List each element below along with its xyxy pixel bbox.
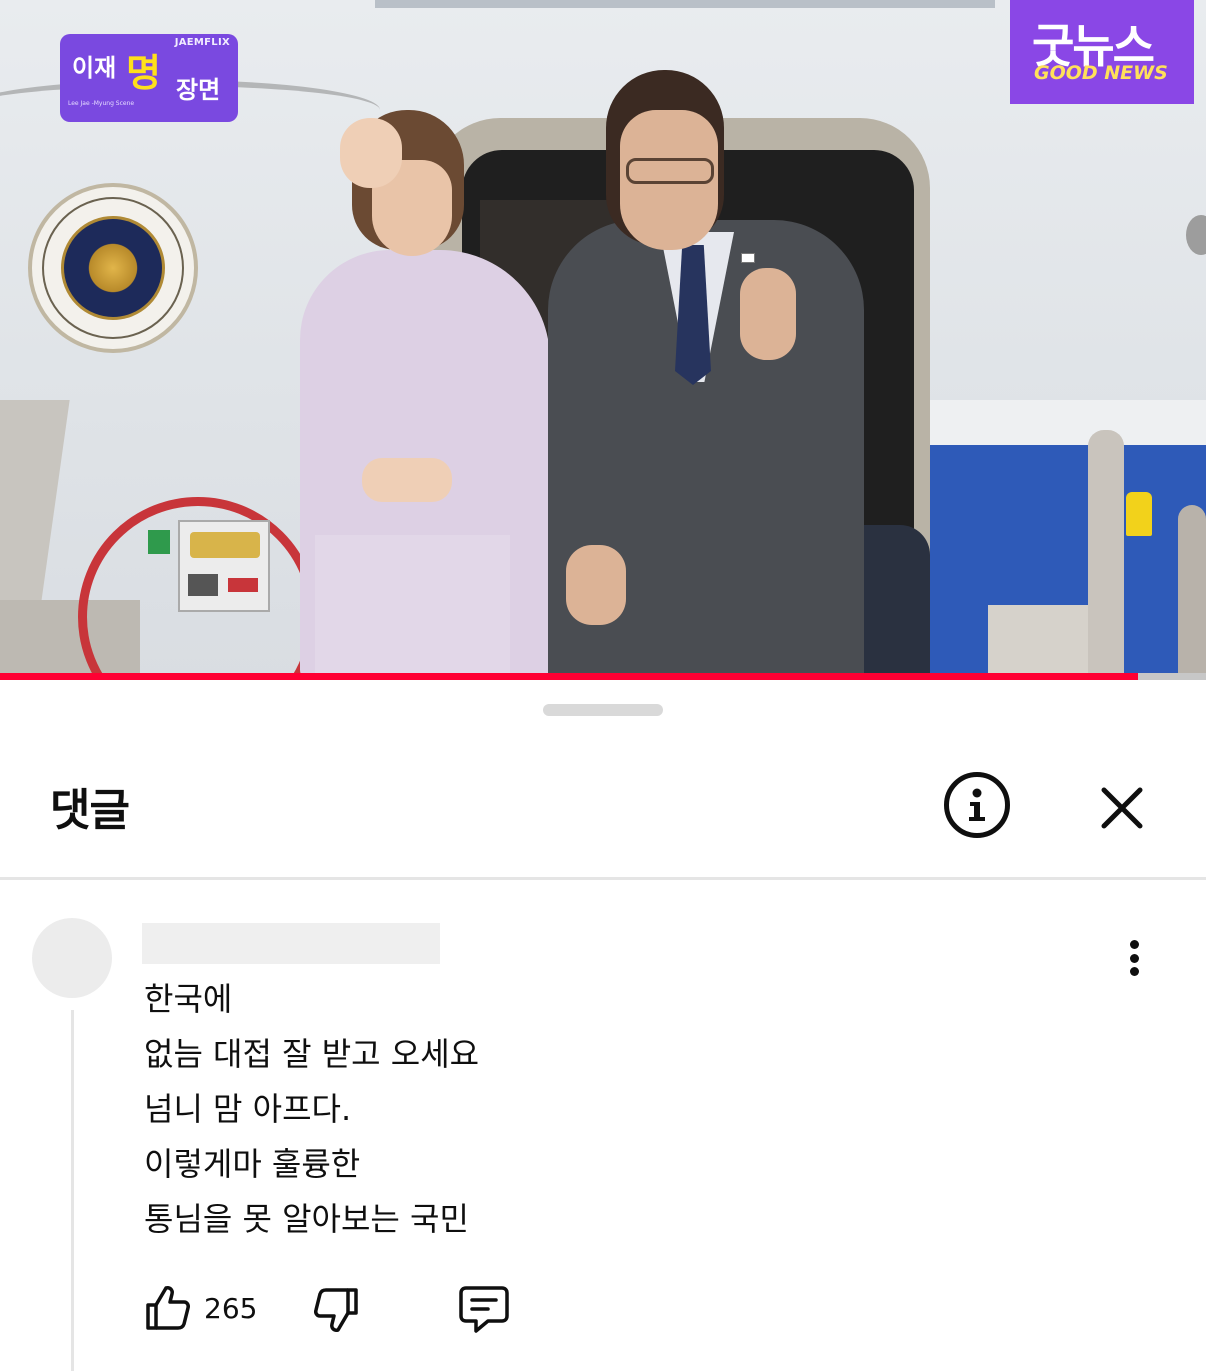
video-player[interactable]: JAEMFLIX 이재 명 장면 Lee Jae -Myung Scene 굿뉴…	[0, 0, 1206, 680]
close-icon	[1101, 787, 1143, 829]
like-count: 265	[204, 1292, 258, 1325]
comment-actions: 265	[144, 1278, 544, 1338]
logo-text-part1: 이재	[72, 54, 117, 82]
panel-gauge	[188, 574, 218, 596]
man-hand-lowered	[566, 545, 626, 625]
comment-line: 넘니 맘 아프다.	[144, 1090, 352, 1128]
aircraft-handle	[1186, 215, 1206, 255]
man-glasses	[626, 158, 714, 184]
logo-text-part3: 장면	[176, 76, 221, 104]
author-name-redacted	[142, 923, 440, 964]
stair-railing-right-2	[1178, 505, 1206, 680]
panel-yellow-label	[190, 532, 260, 558]
reply-icon	[459, 1286, 509, 1333]
comments-title: 댓글	[50, 785, 130, 836]
stair-railing-right	[1088, 430, 1124, 680]
logo-subtitle: Lee Jae -Myung Scene	[68, 100, 135, 107]
video-progress-fill	[0, 673, 1139, 680]
stair-block-right	[988, 605, 1088, 680]
header-divider	[0, 877, 1206, 880]
channel-logo-left: JAEMFLIX 이재 명 장면 Lee Jae -Myung Scene	[60, 34, 238, 122]
more-dot	[1129, 953, 1139, 963]
thread-line	[71, 1010, 74, 1371]
woman-hands	[362, 458, 452, 502]
aircraft-white-band	[930, 400, 1206, 445]
avatar[interactable]	[32, 918, 112, 998]
info-icon	[969, 788, 985, 821]
channel-logo-right: 굿뉴스 GOOD NEWS	[1010, 0, 1194, 104]
close-button[interactable]	[1094, 780, 1150, 836]
comment-line: 통님을 못 알아보는 국민	[144, 1200, 469, 1238]
warning-light	[1126, 492, 1152, 536]
panel-red-label	[228, 578, 258, 592]
logo-english-text: GOOD NEWS	[1034, 62, 1168, 84]
like-button[interactable]	[144, 1284, 192, 1332]
dislike-button[interactable]	[312, 1286, 360, 1334]
seal-ring	[42, 197, 184, 339]
more-vertical-icon	[1129, 940, 1139, 949]
door-control-panel	[178, 520, 270, 612]
reply-button[interactable]	[458, 1284, 510, 1334]
comment-line: 한국에	[144, 980, 233, 1018]
more-dot	[1129, 967, 1139, 976]
info-button[interactable]	[944, 772, 1010, 838]
presidential-seal	[28, 183, 198, 353]
more-options-button[interactable]	[1116, 936, 1152, 980]
drag-handle[interactable]	[543, 704, 663, 716]
comment-line: 없늠 대접 잘 받고 오세요	[144, 1035, 480, 1073]
man-hand-waving	[740, 268, 796, 360]
comment-body: 한국에 없늠 대접 잘 받고 오세요 넘니 맘 아프다. 이렇게마 훌륭한 통님…	[144, 972, 844, 1247]
logo-text-part2: 명	[126, 51, 161, 95]
comments-sheet: 댓글 한국에 없늠 대접 잘 받고 오세요 넘니 맘 아프다. 이렇게마 훌륭한…	[0, 680, 1206, 1371]
thumbs-down-icon	[314, 1288, 358, 1332]
flag-pin-icon	[741, 253, 755, 263]
thumbs-up-icon	[146, 1286, 190, 1330]
woman-hand-raised	[340, 118, 402, 188]
exit-sign-icon	[148, 530, 170, 554]
aircraft-top-strip	[375, 0, 995, 8]
video-progress-bar[interactable]	[0, 673, 1206, 680]
logo-brand-text: JAEMFLIX	[174, 37, 230, 48]
comment-line: 이렇게마 훌륭한	[144, 1145, 361, 1183]
woman-skirt	[315, 535, 510, 680]
